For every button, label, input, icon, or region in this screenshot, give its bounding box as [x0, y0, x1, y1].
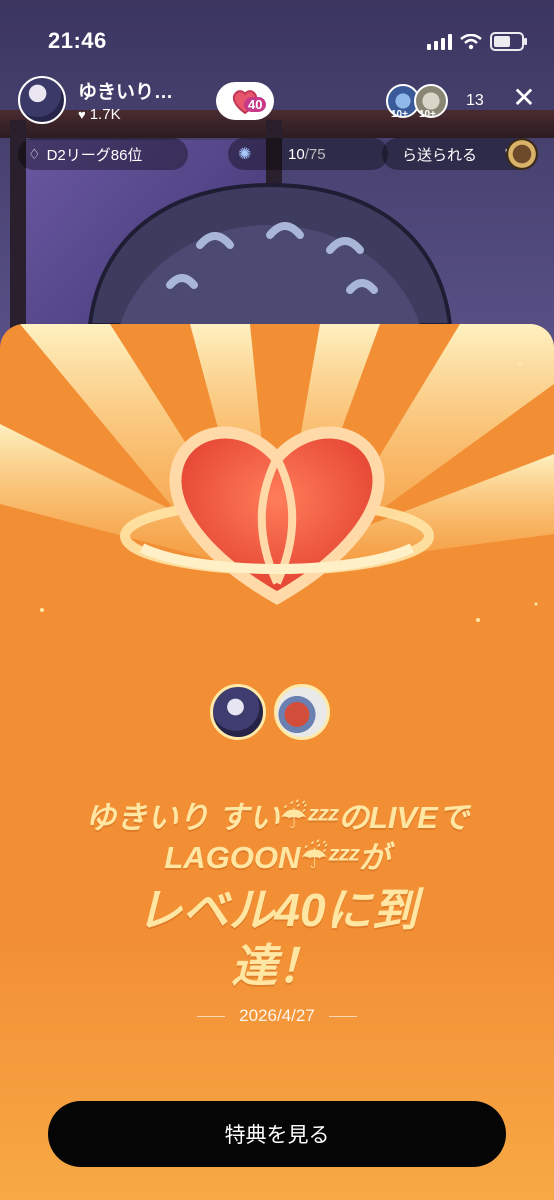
viewer-rank-badge: 10+	[419, 109, 436, 120]
goal-progress-pill[interactable]: ✺ 10 /75	[228, 138, 388, 170]
participant-avatars	[210, 684, 350, 740]
streamer-hair-graphic	[87, 182, 453, 325]
viewer-avatars[interactable]: 10+ 10+ 13	[386, 84, 484, 120]
status-time: 21:46	[48, 28, 107, 53]
level-up-headline: ゆきいり すい☔ᶻᶻᶻのLIVEで LAGOON☔ᶻᶻᶻが レベル40に到 達！	[0, 798, 554, 994]
diamond-icon: ♢	[28, 145, 41, 162]
gift-ticker-text: ら送られる	[402, 146, 478, 164]
view-rewards-label: 特典を見る	[224, 1124, 330, 1147]
viewer-count[interactable]: 13	[466, 92, 484, 110]
headline-line-3: レベル40に到	[136, 884, 418, 936]
viewer-rank-badge: 10+	[391, 109, 408, 120]
level-number: 40	[244, 97, 267, 112]
host-profile[interactable]: ゆきいり… ♥ 1.7K	[18, 76, 173, 124]
goal-total: /75	[304, 145, 326, 163]
status-bar: 21:46	[0, 0, 554, 64]
goal-current: 10	[288, 145, 305, 163]
gift-ticker-pill[interactable]: ら送られる "	[382, 138, 538, 170]
firework-icon: ✺	[238, 146, 252, 163]
wifi-icon	[460, 33, 482, 49]
league-rank-pill[interactable]: ♢ D2リーグ86位	[18, 138, 188, 170]
headline-line-2: LAGOON☔ᶻᶻᶻが	[164, 840, 390, 875]
viewer-avatar[interactable]: 10+	[414, 84, 448, 120]
heart-icon: ♥	[78, 107, 86, 122]
level-up-sheet: ゆきいり すい☔ᶻᶻᶻのLIVEで LAGOON☔ᶻᶻᶻが レベル40に到 達！…	[0, 324, 554, 1200]
battery-icon	[490, 32, 527, 51]
level-heart-emblem	[120, 426, 434, 605]
level-chip[interactable]: 40	[216, 82, 274, 120]
close-icon[interactable]: ✕	[510, 84, 538, 112]
headline-line-4: 達！	[231, 940, 323, 992]
gift-coin-icon	[506, 138, 538, 170]
host-name: ゆきいり…	[78, 82, 174, 103]
viewer-avatar-small	[274, 684, 330, 740]
achievement-date: 2026/4/27	[0, 1006, 554, 1026]
date-text: 2026/4/27	[239, 1006, 315, 1025]
signal-icon	[427, 33, 452, 50]
host-avatar[interactable]	[18, 76, 66, 124]
host-likes-count: 1.7K	[89, 106, 121, 123]
host-avatar-small	[210, 684, 266, 740]
league-rank-text: D2リーグ86位	[46, 146, 143, 164]
view-rewards-button[interactable]: 特典を見る	[48, 1101, 506, 1167]
headline-line-1: ゆきいり すい☔ᶻᶻᶻのLIVEで	[85, 800, 469, 835]
